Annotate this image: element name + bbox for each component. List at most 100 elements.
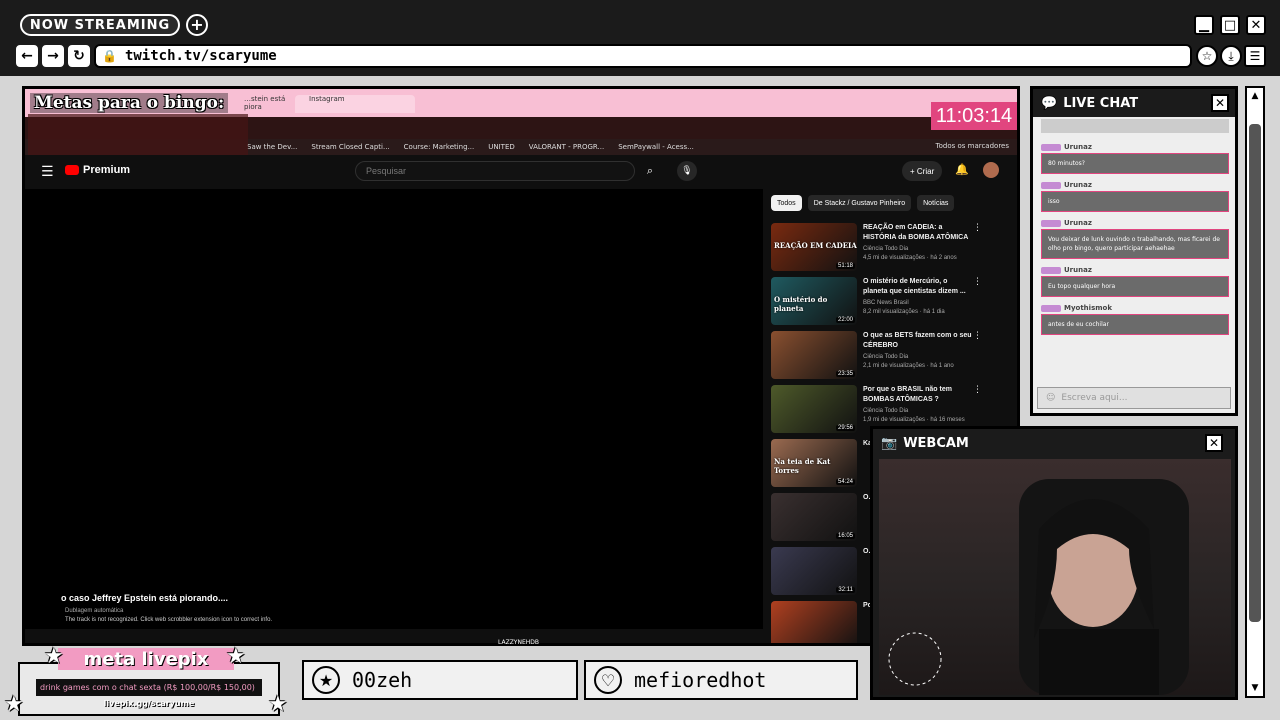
chat-username[interactable]: Urunaz bbox=[1064, 266, 1092, 274]
live-chat-panel: 💬 LIVE CHAT ✕ Urunaz 80 minutos? Urunaz … bbox=[1030, 86, 1238, 416]
thumbnail-text: REAÇÃO EM CADEIA bbox=[774, 241, 857, 250]
badge-icon bbox=[1041, 219, 1061, 227]
video-thumbnail[interactable]: 23:35 bbox=[771, 331, 857, 379]
video-thumbnail[interactable] bbox=[771, 601, 857, 643]
chat-placeholder: Escreva aqui... bbox=[1061, 393, 1128, 403]
microphone-icon[interactable]: 🎙 bbox=[677, 161, 697, 181]
badge-icon bbox=[1041, 304, 1061, 312]
video-title[interactable]: O mistério de Mercúrio, o planeta que ci… bbox=[863, 277, 973, 297]
star-icon[interactable]: ☆ bbox=[1196, 45, 1218, 67]
youtube-search-input[interactable]: Pesquisar bbox=[355, 161, 635, 181]
scroll-down-icon[interactable]: ▼ bbox=[1247, 680, 1263, 696]
create-button[interactable]: + Criar bbox=[902, 161, 943, 181]
chat-username[interactable]: Myothismok bbox=[1064, 304, 1112, 312]
recommended-video[interactable]: REAÇÃO EM CADEIA 51:18 REAÇÃO em CADEIA: a… bbox=[771, 223, 1017, 276]
latest-subscriber: mefioredhot bbox=[634, 668, 767, 692]
video-channel[interactable]: BBC News Brasil bbox=[863, 299, 983, 308]
latest-follower: 00zeh bbox=[352, 668, 413, 692]
address-row: ← → ↻ 🔒 twitch.tv/scaryume ☆ ⤓ ☰ bbox=[0, 38, 1280, 76]
scrollbar-thumb[interactable] bbox=[1249, 124, 1261, 622]
new-tab-button[interactable]: + bbox=[186, 14, 208, 36]
recommended-video[interactable]: O mistério do planeta 22:00 O mistério de … bbox=[771, 277, 1017, 330]
video-thumbnail[interactable]: 16:05 bbox=[771, 493, 857, 541]
bookmark-item[interactable]: Stream Closed Capti... bbox=[311, 143, 389, 151]
bookmark-item[interactable]: UNITED bbox=[488, 143, 515, 151]
video-thumbnail[interactable]: 29:56 bbox=[771, 385, 857, 433]
more-options-icon[interactable]: ⋮ bbox=[973, 385, 982, 395]
livepix-link: livepix.gg/scaryume bbox=[103, 699, 195, 708]
webcam-feed bbox=[879, 459, 1231, 695]
youtube-logo[interactable]: Premium bbox=[65, 164, 130, 176]
badge-icon bbox=[1041, 181, 1061, 189]
player-video-title: o caso Jeffrey Epstein está piorando.... bbox=[61, 593, 229, 603]
recommended-video[interactable]: 23:35 O que as BETS fazem com o seu CÉREB… bbox=[771, 331, 1017, 384]
webcam-header: 📷 WEBCAM bbox=[873, 429, 1235, 457]
smiley-icon[interactable]: ☺ bbox=[1046, 393, 1055, 403]
back-button[interactable]: ← bbox=[16, 45, 38, 67]
all-bookmarks[interactable]: Todos os marcadores bbox=[936, 142, 1010, 150]
bell-icon[interactable]: 🔔 bbox=[955, 163, 969, 176]
bookmark-item[interactable]: Course: Marketing... bbox=[404, 143, 475, 151]
webcam-close-button[interactable]: ✕ bbox=[1205, 434, 1223, 452]
youtube-play-icon bbox=[65, 165, 79, 175]
video-channel[interactable]: Ciência Todo Dia bbox=[863, 353, 983, 362]
reload-button[interactable]: ↻ bbox=[68, 45, 90, 67]
more-options-icon[interactable]: ⋮ bbox=[973, 223, 982, 233]
chip-channel[interactable]: De Stackz / Gustavo Pinheiro bbox=[807, 195, 912, 211]
page-scrollbar[interactable]: ▲ ▼ bbox=[1245, 86, 1265, 698]
video-duration: 29:56 bbox=[835, 425, 855, 431]
bookmark-item[interactable]: VALORANT - PROGR... bbox=[529, 143, 604, 151]
video-duration: 16:05 bbox=[835, 533, 855, 539]
chat-username[interactable]: Urunaz bbox=[1064, 143, 1092, 151]
follower-box: ★ 00zeh bbox=[302, 660, 578, 700]
scroll-up-icon[interactable]: ▲ bbox=[1247, 88, 1263, 104]
chat-text: antes de eu cochilar bbox=[1041, 314, 1229, 335]
avatar[interactable] bbox=[983, 162, 999, 178]
chat-input[interactable]: ☺ Escreva aqui... bbox=[1037, 387, 1231, 409]
download-icon[interactable]: ⤓ bbox=[1220, 45, 1242, 67]
more-options-icon[interactable]: ⋮ bbox=[973, 331, 982, 341]
video-thumbnail[interactable]: Na teia de Kat Torres 54:24 bbox=[771, 439, 857, 487]
live-chat-title: LIVE CHAT bbox=[1063, 95, 1139, 111]
chat-close-button[interactable]: ✕ bbox=[1211, 94, 1229, 112]
forward-button[interactable]: → bbox=[42, 45, 64, 67]
chip-news[interactable]: Notícias bbox=[917, 195, 955, 211]
chip-all[interactable]: Todos bbox=[771, 195, 802, 211]
star-badge-icon: ★ bbox=[312, 666, 340, 694]
chat-username[interactable]: Urunaz bbox=[1064, 181, 1092, 189]
hamburger-icon[interactable]: ☰ bbox=[41, 164, 54, 180]
video-title[interactable]: O que as BETS fazem com o seu CÉREBRO bbox=[863, 331, 973, 351]
minimize-button[interactable]: ▁ bbox=[1194, 15, 1214, 35]
menu-icon[interactable]: ☰ bbox=[1244, 45, 1266, 67]
bookmark-item[interactable]: SemPaywall - Acess... bbox=[618, 143, 694, 151]
filter-chips: Todos De Stackz / Gustavo Pinheiro Notíc… bbox=[771, 195, 955, 211]
video-player[interactable]: o caso Jeffrey Epstein está piorando....… bbox=[25, 189, 763, 629]
maximize-button[interactable]: □ bbox=[1220, 15, 1240, 35]
bookmark-item[interactable]: Saw the Dev... bbox=[247, 143, 297, 151]
more-options-icon[interactable]: ⋮ bbox=[973, 277, 982, 287]
video-duration: 54:24 bbox=[835, 479, 855, 485]
video-title[interactable]: REAÇÃO em CADEIA: a HISTÓRIA da BOMBA AT… bbox=[863, 223, 973, 243]
chat-username[interactable]: Urunaz bbox=[1064, 219, 1092, 227]
stream-overlay: NOW STREAMING + ▁ □ ✕ ← → ↻ 🔒 twitch.tv/… bbox=[0, 0, 1280, 720]
video-meta: 8,2 mil visualizações · há 1 dia bbox=[863, 309, 945, 315]
inner-tab-instagram[interactable]: Instagram bbox=[295, 95, 415, 113]
bingo-title: Metas para o bingo: bbox=[30, 93, 229, 113]
search-icon[interactable]: ⌕ bbox=[637, 161, 663, 181]
chat-message: Urunaz isso bbox=[1041, 181, 1229, 212]
url-bar[interactable]: 🔒 twitch.tv/scaryume bbox=[94, 44, 1192, 68]
video-thumbnail[interactable]: 32:11 bbox=[771, 547, 857, 595]
inner-tab-youtube[interactable]: …stein está piora bbox=[230, 95, 290, 113]
now-streaming-label: NOW STREAMING bbox=[20, 14, 180, 36]
video-thumbnail[interactable]: O mistério do planeta 22:00 bbox=[771, 277, 857, 325]
video-thumbnail[interactable]: REAÇÃO EM CADEIA 51:18 bbox=[771, 223, 857, 271]
video-title[interactable]: Por que o BRASIL não tem BOMBAS ATÔMICAS… bbox=[863, 385, 973, 405]
video-channel[interactable]: Ciência Todo Dia bbox=[863, 407, 983, 416]
bingo-goals-box bbox=[28, 114, 248, 158]
livepix-title: meta livepix bbox=[58, 648, 234, 670]
close-button[interactable]: ✕ bbox=[1246, 15, 1266, 35]
video-channel[interactable]: Ciência Todo Dia bbox=[863, 245, 983, 254]
video-duration: 51:18 bbox=[835, 263, 855, 269]
chat-text: Vou deixar de lunk ouvindo o trabalhando… bbox=[1041, 229, 1229, 259]
star-icon: ★ bbox=[226, 644, 246, 669]
